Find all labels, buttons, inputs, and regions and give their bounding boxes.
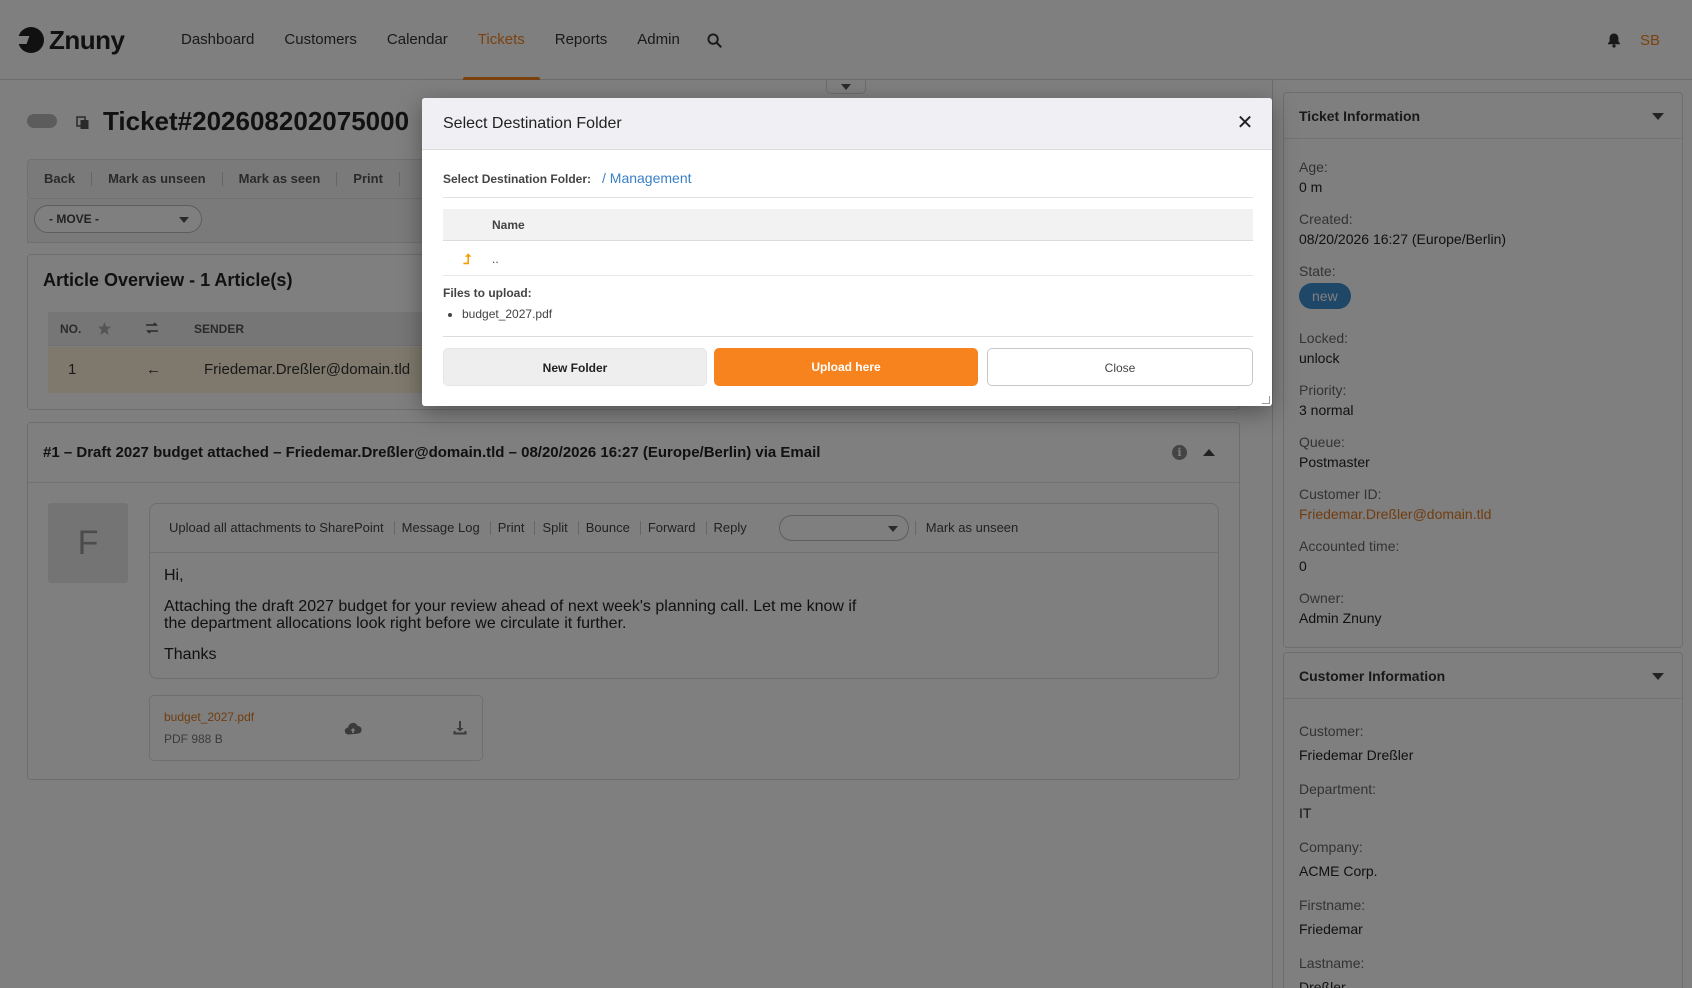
folder-table-header: Name (443, 209, 1253, 241)
list-item: budget_2027.pdf (462, 307, 552, 321)
dialog-header: Select Destination Folder ✕ (422, 98, 1272, 150)
new-folder-button[interactable]: New Folder (443, 348, 707, 386)
folder-path-row: Select Destination Folder: / Management (443, 170, 1253, 198)
folder-path-label: Select Destination Folder: (443, 172, 592, 186)
resize-handle[interactable] (1262, 396, 1270, 404)
col-name: Name (492, 218, 525, 232)
select-destination-folder-dialog: Select Destination Folder ✕ Select Desti… (422, 98, 1272, 406)
parent-folder-name: .. (492, 252, 499, 266)
files-to-upload-label: Files to upload: (443, 286, 532, 300)
dialog-title: Select Destination Folder (443, 115, 622, 132)
close-icon[interactable]: ✕ (1234, 112, 1256, 134)
upload-here-button[interactable]: Upload here (714, 348, 978, 386)
parent-folder-row[interactable]: ⮥ .. (443, 242, 1253, 276)
divider (443, 336, 1253, 337)
level-up-icon: ⮥ (463, 251, 472, 267)
files-to-upload-list: budget_2027.pdf (462, 307, 552, 321)
folder-path-breadcrumb[interactable]: / Management (602, 170, 692, 186)
close-button[interactable]: Close (987, 348, 1253, 386)
